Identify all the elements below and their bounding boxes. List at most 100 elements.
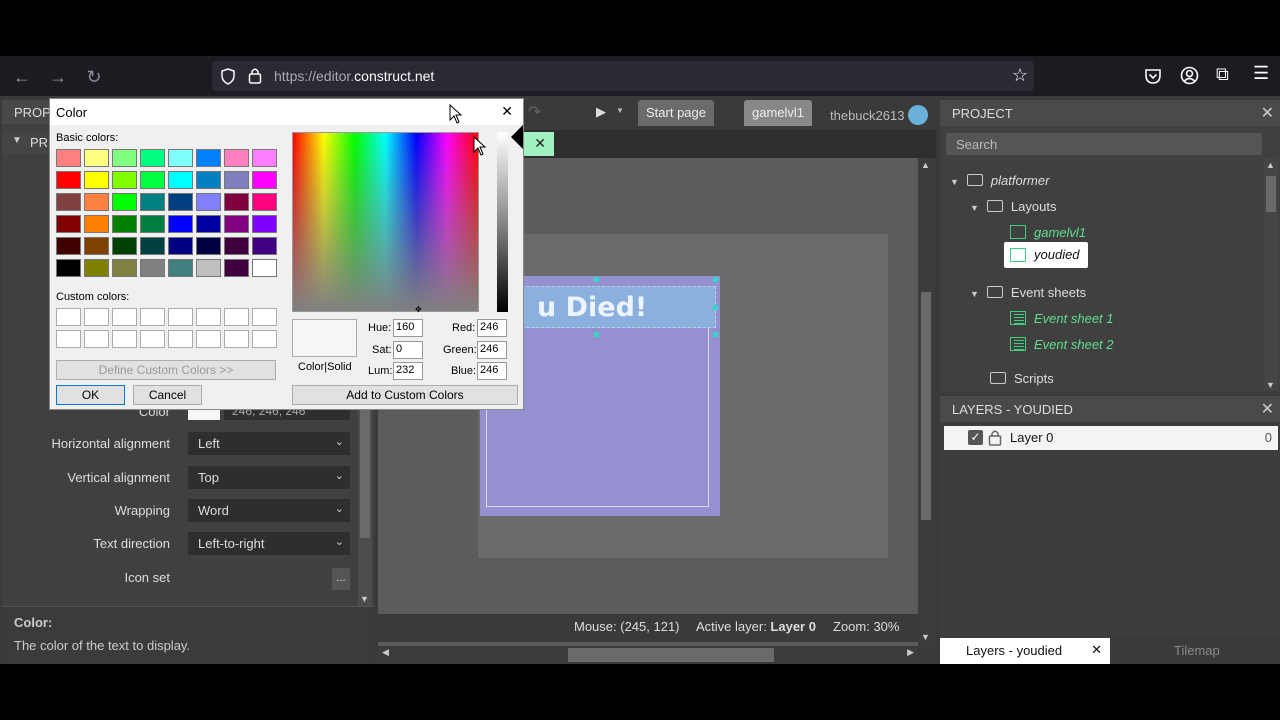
play-icon[interactable]: ▶ — [596, 104, 606, 120]
basic-color-swatch[interactable] — [168, 237, 193, 255]
layout-vscroll[interactable]: ▲ ▼ — [918, 158, 934, 646]
basic-color-swatch[interactable] — [196, 215, 221, 233]
basic-color-swatch[interactable] — [56, 237, 81, 255]
tree-folder-scripts[interactable]: Scripts — [990, 371, 1054, 386]
resize-handle[interactable] — [713, 332, 718, 337]
basic-color-swatch[interactable] — [196, 237, 221, 255]
custom-color-swatch[interactable] — [84, 330, 109, 348]
custom-color-swatch[interactable] — [84, 308, 109, 326]
basic-color-swatch[interactable] — [140, 171, 165, 189]
basic-color-swatch[interactable] — [84, 259, 109, 277]
basic-color-swatch[interactable] — [168, 149, 193, 167]
avatar[interactable] — [908, 105, 928, 125]
custom-color-swatch[interactable] — [252, 308, 277, 326]
project-search-input[interactable]: Search — [946, 133, 1262, 155]
basic-color-swatch[interactable] — [140, 193, 165, 211]
basic-color-swatch[interactable] — [84, 171, 109, 189]
tab-layers[interactable]: Layers - youdied ✕ — [940, 638, 1110, 664]
basic-color-swatch[interactable] — [252, 215, 277, 233]
basic-color-swatch[interactable] — [196, 259, 221, 277]
scroll-right-icon[interactable]: ▶ — [907, 647, 914, 658]
basic-color-swatch[interactable] — [112, 237, 137, 255]
basic-color-swatch[interactable] — [56, 149, 81, 167]
basic-color-swatch[interactable] — [224, 149, 249, 167]
basic-color-swatch[interactable] — [224, 193, 249, 211]
add-to-custom-colors-button[interactable]: Add to Custom Colors — [292, 385, 518, 405]
green-input[interactable]: 246 — [477, 341, 507, 359]
custom-color-swatch[interactable] — [56, 308, 81, 326]
custom-color-swatch[interactable] — [140, 330, 165, 348]
forward-icon[interactable]: → — [47, 66, 69, 88]
scroll-down-icon[interactable]: ▼ — [1266, 380, 1275, 390]
project-scrollbar[interactable]: ▲ ▼ — [1264, 158, 1278, 390]
basic-color-swatch[interactable] — [196, 149, 221, 167]
custom-color-swatch[interactable] — [196, 330, 221, 348]
ok-button[interactable]: OK — [56, 385, 125, 405]
tree-item-youdied[interactable]: youdied — [1004, 242, 1088, 268]
lock-icon[interactable] — [988, 429, 1002, 446]
bookmark-star-icon[interactable]: ☆ — [1012, 65, 1028, 86]
basic-color-swatch[interactable] — [168, 259, 193, 277]
resize-handle[interactable] — [594, 277, 599, 282]
resize-handle[interactable] — [713, 277, 718, 282]
basic-color-swatch[interactable] — [112, 149, 137, 167]
basic-color-swatch[interactable] — [224, 237, 249, 255]
basic-color-swatch[interactable] — [252, 237, 277, 255]
custom-color-swatch[interactable] — [112, 330, 137, 348]
basic-color-swatch[interactable] — [224, 215, 249, 233]
reload-icon[interactable]: ↻ — [83, 66, 105, 88]
redo-icon[interactable]: ↷ — [528, 102, 541, 122]
scroll-thumb[interactable] — [568, 648, 774, 662]
basic-color-swatch[interactable] — [84, 193, 109, 211]
url-bar[interactable]: https://editor.construct.net ☆ — [212, 61, 1034, 91]
basic-color-swatch[interactable] — [168, 215, 193, 233]
lock-icon[interactable] — [248, 67, 262, 84]
close-tab-icon[interactable]: ✕ — [1091, 642, 1102, 658]
extensions-icon[interactable]: ⧉ — [1216, 64, 1229, 85]
basic-color-swatch[interactable] — [84, 237, 109, 255]
basic-color-swatch[interactable] — [140, 237, 165, 255]
basic-color-swatch[interactable] — [140, 149, 165, 167]
basic-color-swatch[interactable] — [252, 193, 277, 211]
custom-color-swatch[interactable] — [168, 308, 193, 326]
custom-color-swatch[interactable] — [196, 308, 221, 326]
valign-select[interactable]: Top ⌄ — [188, 466, 350, 489]
icon-set-button[interactable]: ... — [332, 568, 350, 590]
close-tab-icon[interactable]: ✕ — [534, 135, 546, 152]
basic-color-swatch[interactable] — [252, 171, 277, 189]
scroll-down-icon[interactable]: ▼ — [921, 632, 930, 642]
tree-folder-events[interactable]: ▼ Event sheets — [970, 285, 1086, 300]
close-panel-icon[interactable]: ✕ — [1261, 103, 1274, 123]
tab-tilemap[interactable]: Tilemap — [1110, 638, 1280, 664]
custom-color-swatch[interactable] — [112, 308, 137, 326]
cancel-button[interactable]: Cancel — [133, 385, 202, 405]
username[interactable]: thebuck2613 — [830, 108, 904, 123]
lum-input[interactable]: 232 — [393, 362, 423, 380]
layer-row[interactable]: ✓ Layer 0 0 — [944, 426, 1278, 450]
account-icon[interactable] — [1180, 66, 1199, 85]
tree-item-event-sheet-2[interactable]: Event sheet 2 — [1010, 337, 1114, 352]
menu-icon[interactable]: ☰ — [1253, 63, 1269, 84]
basic-color-swatch[interactable] — [56, 171, 81, 189]
basic-color-swatch[interactable] — [112, 171, 137, 189]
scroll-left-icon[interactable]: ◀ — [382, 647, 389, 658]
scroll-up-icon[interactable]: ▲ — [1266, 160, 1275, 170]
tree-folder-layouts[interactable]: ▼ Layouts — [970, 199, 1056, 214]
basic-color-swatch[interactable] — [224, 259, 249, 277]
close-panel-icon[interactable]: ✕ — [1261, 399, 1274, 419]
basic-color-swatch[interactable] — [56, 215, 81, 233]
basic-color-swatch[interactable] — [140, 259, 165, 277]
define-custom-colors-button[interactable]: Define Custom Colors >> — [56, 360, 276, 380]
basic-color-swatch[interactable] — [168, 171, 193, 189]
scroll-thumb[interactable] — [1266, 176, 1276, 212]
resize-handle[interactable] — [713, 305, 718, 310]
pocket-icon[interactable] — [1144, 67, 1162, 85]
scroll-up-icon[interactable]: ▲ — [921, 160, 930, 170]
custom-color-swatch[interactable] — [252, 330, 277, 348]
halign-select[interactable]: Left ⌄ — [188, 432, 350, 455]
basic-color-swatch[interactable] — [140, 215, 165, 233]
blue-input[interactable]: 246 — [477, 362, 507, 380]
basic-color-swatch[interactable] — [224, 171, 249, 189]
tab-start-page[interactable]: Start page — [638, 100, 714, 126]
red-input[interactable]: 246 — [477, 319, 507, 337]
